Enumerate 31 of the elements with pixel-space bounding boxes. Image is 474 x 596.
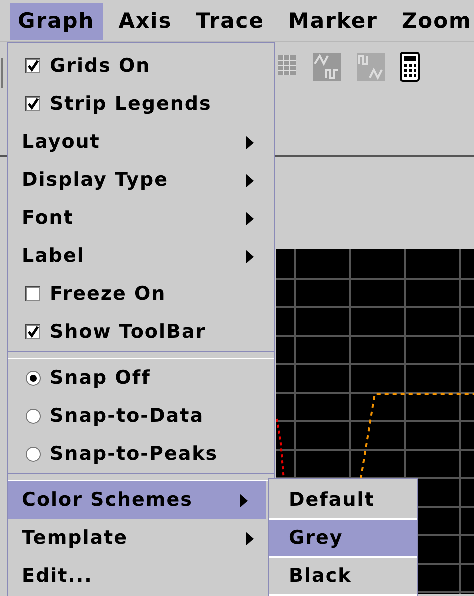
calculator-icon[interactable] (400, 52, 420, 82)
submenu-arrow-icon (240, 494, 248, 508)
menu-item[interactable]: Graph (10, 3, 103, 40)
menu-item[interactable]: Show ToolBar (8, 313, 266, 351)
menu-item[interactable]: Edit... (8, 557, 266, 595)
menu-item[interactable]: Trace (188, 3, 272, 40)
submenu-arrow-icon (246, 250, 254, 264)
toolbar-handle-icon (1, 58, 5, 88)
menu-item[interactable]: Zoom (394, 3, 474, 40)
menu-item[interactable]: Axis (110, 3, 180, 40)
submenu-arrow-icon (246, 532, 254, 546)
menu-item[interactable]: Display Type (8, 161, 266, 199)
waveform-icon[interactable] (312, 52, 342, 82)
waveform-icon[interactable] (356, 52, 386, 82)
submenu-arrow-icon (246, 136, 254, 150)
menu-item[interactable]: Marker (280, 3, 386, 40)
submenu-arrow-icon (246, 174, 254, 188)
menu-item[interactable]: Snap-to-Data (8, 397, 266, 435)
menu-item[interactable]: Freeze On (8, 275, 266, 313)
menu-item[interactable]: Grey (269, 520, 417, 558)
menu-item[interactable]: Color Schemes (8, 481, 266, 519)
menu-item[interactable]: Font (8, 199, 266, 237)
submenu-arrow-icon (246, 212, 254, 226)
menu-item[interactable]: Snap Off (8, 359, 266, 397)
menu-item[interactable]: Grids On (8, 47, 266, 85)
menu-item[interactable]: Template (8, 519, 266, 557)
menu-item[interactable]: Layout (8, 123, 266, 161)
menu-item[interactable]: Snap-to-Peaks (8, 435, 266, 473)
menu-item[interactable]: Label (8, 237, 266, 275)
table-icon[interactable] (276, 52, 298, 78)
menu-item[interactable]: Strip Legends (8, 85, 266, 123)
